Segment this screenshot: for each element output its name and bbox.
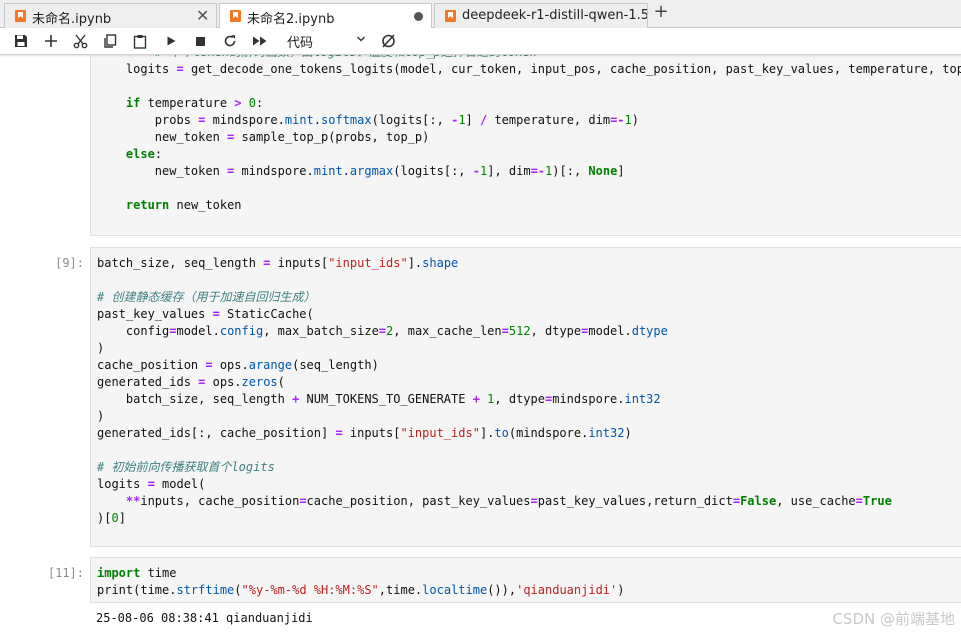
- add-tab-icon[interactable]: +: [652, 3, 670, 23]
- code-line[interactable]: if temperature > 0:: [97, 96, 263, 110]
- clipboard-icon: [133, 34, 147, 49]
- code-line[interactable]: new_token = mindspore.mint.argmax(logits…: [97, 164, 625, 178]
- tab-label: 未命名2.ipynb: [247, 12, 335, 27]
- code-line[interactable]: ): [97, 341, 104, 355]
- save-button[interactable]: [10, 31, 32, 51]
- play-icon: [167, 36, 176, 46]
- save-icon: [15, 35, 27, 47]
- code-line[interactable]: )[0]: [97, 511, 126, 525]
- code-line[interactable]: import time: [97, 566, 176, 580]
- run-cell-button[interactable]: [160, 31, 182, 51]
- code-line[interactable]: # 初始前向传播获取首个logits: [97, 460, 275, 474]
- notebook-icon: [230, 10, 241, 22]
- plus-icon: [45, 35, 57, 47]
- notebook-icon: [15, 10, 26, 22]
- code-line[interactable]: else:: [97, 147, 162, 161]
- code-line[interactable]: **inputs, cache_position=cache_position,…: [97, 494, 892, 508]
- code-text[interactable]: # 单个token的解码函数，由logits、温度和top_p选择合适的toke…: [97, 55, 961, 214]
- tab-notebook-1[interactable]: 未命名.ipynb ✕: [4, 3, 217, 28]
- code-cell[interactable]: [9]: batch_size, seq_length = inputs["in…: [0, 247, 961, 547]
- refresh-icon: [224, 35, 236, 47]
- execution-count: [11]:: [47, 566, 84, 580]
- copy-icon: [104, 34, 117, 48]
- notebook-panel: # 单个token的解码函数，由logits、温度和top_p选择合适的toke…: [0, 55, 961, 637]
- tab-notebook-3[interactable]: deepdeek-r1-distill-qwen-1.5: [434, 3, 648, 28]
- cell-output: 25-08-06 08:38:41 qianduanjidi: [96, 611, 313, 625]
- tab-notebook-2[interactable]: 未命名2.ipynb: [219, 3, 432, 29]
- cut-cell-button[interactable]: [69, 31, 91, 51]
- code-line[interactable]: ): [97, 409, 104, 423]
- code-line[interactable]: return new_token: [97, 198, 242, 212]
- code-cell[interactable]: # 单个token的解码函数，由logits、温度和top_p选择合适的toke…: [0, 55, 961, 238]
- code-line[interactable]: [97, 443, 104, 457]
- cell-editor[interactable]: batch_size, seq_length = inputs["input_i…: [90, 247, 961, 547]
- tab-label: 未命名.ipynb: [32, 12, 112, 27]
- code-text[interactable]: batch_size, seq_length = inputs["input_i…: [97, 255, 892, 527]
- cell-editor[interactable]: # 单个token的解码函数，由logits、温度和top_p选择合适的toke…: [90, 55, 961, 236]
- cell-editor[interactable]: import time print(time.strftime("%y-%m-%…: [90, 557, 961, 603]
- code-line[interactable]: probs = mindspore.mint.softmax(logits[:,…: [97, 113, 639, 127]
- execution-count: [9]:: [55, 256, 84, 270]
- code-line[interactable]: logits = model(: [97, 477, 205, 491]
- cell-type-select[interactable]: 代码: [284, 32, 374, 51]
- kernel-status-icon: [381, 34, 395, 48]
- code-line[interactable]: [97, 79, 104, 93]
- code-cell[interactable]: [11]: import time print(time.strftime("%…: [0, 557, 961, 637]
- scissors-icon: [73, 34, 87, 48]
- code-line[interactable]: cache_position = ops.arange(seq_length): [97, 358, 379, 372]
- close-icon[interactable]: ✕: [196, 6, 209, 25]
- notebook-icon: [445, 10, 456, 22]
- watermark: CSDN @前端基地: [832, 610, 955, 628]
- stop-icon: [195, 36, 205, 46]
- code-line[interactable]: new_token = sample_top_p(probs, top_p): [97, 130, 430, 144]
- paste-cell-button[interactable]: [129, 31, 151, 51]
- restart-run-all-button[interactable]: [249, 31, 271, 51]
- interrupt-kernel-button[interactable]: [189, 31, 211, 51]
- code-line[interactable]: [97, 181, 104, 195]
- restart-kernel-button[interactable]: [219, 31, 241, 51]
- code-line[interactable]: batch_size, seq_length = inputs["input_i…: [97, 256, 458, 270]
- code-line[interactable]: config=model.config, max_batch_size=2, m…: [97, 324, 668, 338]
- code-line[interactable]: # 单个token的解码函数，由logits、温度和top_p选择合适的toke…: [97, 55, 537, 59]
- tab-label: deepdeek-r1-distill-qwen-1.5: [462, 8, 648, 23]
- insert-cell-button[interactable]: [40, 31, 62, 51]
- code-text[interactable]: import time print(time.strftime("%y-%m-%…: [97, 565, 624, 599]
- code-line[interactable]: # 创建静态缓存（用于加速自回归生成）: [97, 290, 315, 304]
- fast-forward-icon: [253, 36, 267, 46]
- code-line[interactable]: logits = get_decode_one_tokens_logits(mo…: [97, 62, 961, 76]
- code-line[interactable]: generated_ids = ops.zeros(: [97, 375, 285, 389]
- copy-cell-button[interactable]: [99, 31, 121, 51]
- unsaved-dot-icon[interactable]: [414, 12, 423, 21]
- code-line[interactable]: batch_size, seq_length + NUM_TOKENS_TO_G…: [97, 392, 661, 406]
- code-line[interactable]: print(time.strftime("%y-%m-%d %H:%M:%S",…: [97, 583, 624, 597]
- code-line[interactable]: generated_ids[:, cache_position] = input…: [97, 426, 632, 440]
- notebook-toolbar: 代码: [0, 28, 961, 55]
- chevron-down-icon: [357, 36, 365, 42]
- kernel-status-button[interactable]: [377, 31, 399, 51]
- code-line[interactable]: past_key_values = StaticCache(: [97, 307, 314, 321]
- cell-type-value: 代码: [287, 36, 314, 51]
- code-line[interactable]: [97, 273, 104, 287]
- tab-bar: 未命名.ipynb ✕ 未命名2.ipynb deepdeek-r1-disti…: [0, 0, 961, 29]
